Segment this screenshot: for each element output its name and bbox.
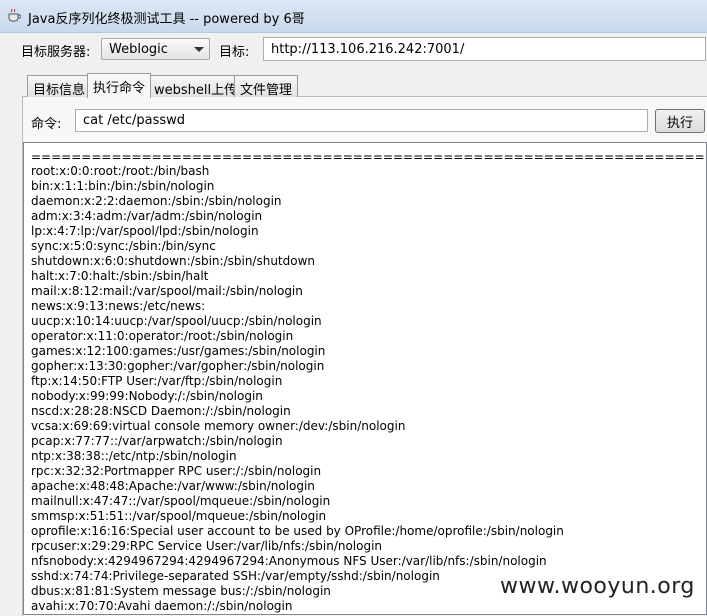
target-label: 目标:: [219, 45, 250, 60]
command-output[interactable]: ========================================…: [23, 142, 707, 615]
tab-execute-command[interactable]: 执行命令: [87, 73, 152, 98]
output-line: halt:x:7:0:halt:/sbin:/sbin/halt: [31, 269, 209, 283]
output-line: nobody:x:99:99:Nobody:/:/sbin/nologin: [31, 389, 263, 403]
output-line: lp:x:4:7:lp:/var/spool/lpd:/sbin/nologin: [31, 224, 259, 238]
tab-webshell-upload[interactable]: webshell上传: [148, 75, 244, 98]
output-line: sshd:x:74:74:Privilege-separated SSH:/va…: [31, 569, 440, 583]
tab-target-info[interactable]: 目标信息: [27, 75, 92, 98]
output-line: shutdown:x:6:0:shutdown:/sbin:/sbin/shut…: [31, 254, 316, 268]
output-line: adm:x:3:4:adm:/var/adm:/sbin/nologin: [31, 209, 263, 223]
output-line: bin:x:1:1:bin:/bin:/sbin/nologin: [31, 179, 215, 193]
output-line: sync:x:5:0:sync:/sbin:/bin/sync: [31, 239, 216, 253]
output-line: gopher:x:13:30:gopher:/var/gopher:/sbin/…: [31, 359, 325, 373]
output-line: oprofile:x:16:16:Special user account to…: [31, 524, 564, 538]
server-select[interactable]: Weblogic: [101, 38, 210, 60]
output-line: operator:x:11:0:operator:/root:/sbin/nol…: [31, 329, 294, 343]
output-line: apache:x:48:48:Apache:/var/www:/sbin/nol…: [31, 479, 315, 493]
output-line: mailnull:x:47:47::/var/spool/mqueue:/sbi…: [31, 494, 331, 508]
command-input[interactable]: [75, 109, 648, 132]
output-line: avahi:x:70:70:Avahi daemon:/:/sbin/nolog…: [31, 599, 293, 613]
watermark: www.wooyun.org: [500, 574, 695, 599]
output-line: rpc:x:32:32:Portmapper RPC user:/:/sbin/…: [31, 464, 322, 478]
output-line: ftp:x:14:50:FTP User:/var/ftp:/sbin/nolo…: [31, 374, 283, 388]
output-line: uucp:x:10:14:uucp:/var/spool/uucp:/sbin/…: [31, 314, 322, 328]
output-line: games:x:12:100:games:/usr/games:/sbin/no…: [31, 344, 326, 358]
chevron-down-icon: [194, 47, 204, 52]
output-line: root:x:0:0:root:/root:/bin/bash: [31, 164, 210, 178]
command-label: 命令:: [31, 117, 62, 132]
output-line: nfsnobody:x:4294967294:4294967294:Anonym…: [31, 554, 547, 568]
window-title: Java反序列化终极测试工具 -- powered by 6哥: [28, 12, 305, 27]
execute-button[interactable]: 执行: [655, 109, 705, 133]
output-line: nscd:x:28:28:NSCD Daemon:/:/sbin/nologin: [31, 404, 291, 418]
server-select-value: Weblogic: [109, 42, 168, 57]
output-line: ntp:x:38:38::/etc/ntp:/sbin/nologin: [31, 449, 237, 463]
output-line: vcsa:x:69:69:virtual console memory owne…: [31, 419, 406, 433]
output-line: daemon:x:2:2:daemon:/sbin:/sbin/nologin: [31, 194, 282, 208]
output-line: dbus:x:81:81:System message bus:/:/sbin/…: [31, 584, 331, 598]
output-line: ========================================…: [31, 150, 707, 164]
output-line: smmsp:x:51:51::/var/spool/mqueue:/sbin/n…: [31, 509, 327, 523]
target-url-input[interactable]: [263, 37, 706, 61]
output-line: pcap:x:77:77::/var/arpwatch:/sbin/nologi…: [31, 434, 283, 448]
title-bar: Java反序列化终极测试工具 -- powered by 6哥: [0, 0, 707, 33]
output-line: rpcuser:x:29:29:RPC Service User:/var/li…: [31, 539, 383, 553]
tab-file-manager[interactable]: 文件管理: [234, 75, 299, 98]
java-app-icon: [8, 8, 21, 22]
output-line: news:x:9:13:news:/etc/news:: [31, 299, 206, 313]
server-label: 目标服务器:: [21, 45, 91, 60]
output-line: mail:x:8:12:mail:/var/spool/mail:/sbin/n…: [31, 284, 303, 298]
